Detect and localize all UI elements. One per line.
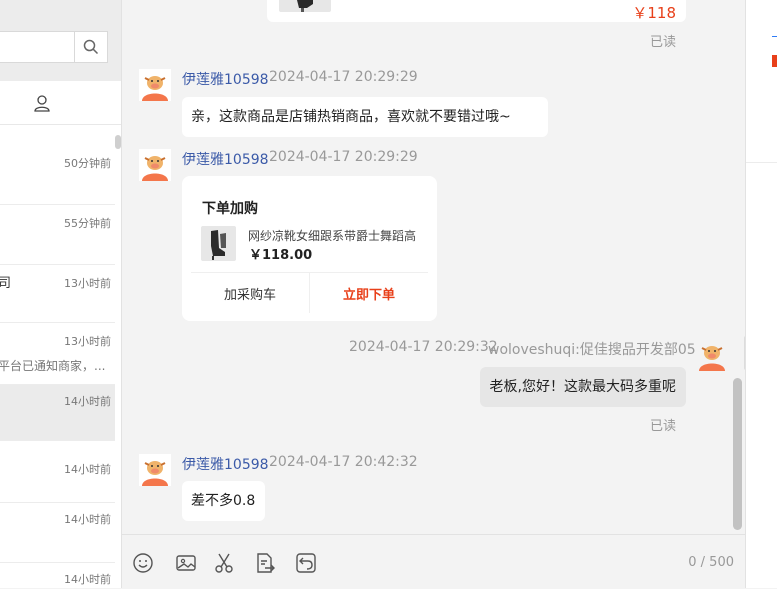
message-bubble-outgoing: 老板,您好！这款最大码多重呢 — [479, 367, 686, 407]
input-toolbar: 0 / 500 — [122, 534, 745, 589]
read-status: 已读 — [650, 419, 677, 434]
search-icon — [83, 39, 99, 55]
list-item-time: 13小时前 — [64, 335, 111, 348]
list-item[interactable]: 14小时前 — [0, 503, 115, 563]
cow-avatar-icon — [139, 69, 171, 101]
card-title: 下单加购 — [202, 201, 258, 217]
list-item-time: 50分钟前 — [64, 157, 111, 170]
avatar[interactable] — [139, 69, 171, 101]
search-input[interactable] — [0, 31, 74, 63]
emoji-icon — [133, 553, 153, 573]
read-status: 已读 — [650, 35, 677, 50]
scissors-icon — [215, 553, 233, 573]
list-tabs — [0, 81, 121, 125]
recall-icon — [296, 553, 316, 573]
message-time: 2024-04-17 20:29:32 — [349, 339, 498, 355]
list-item[interactable]: 14小时前 — [0, 441, 115, 503]
product-name[interactable]: 网纱凉靴女细跟系带爵士舞蹈高 — [248, 227, 416, 244]
image-button[interactable] — [175, 552, 197, 574]
cow-avatar-icon — [139, 149, 171, 181]
list-item-name: 司 — [0, 272, 11, 291]
list-item-time: 14小时前 — [64, 513, 111, 526]
search-bar — [0, 0, 121, 81]
product-message-bubble: ￥118 — [267, 0, 686, 22]
list-item[interactable]: 14小时前 — [0, 563, 115, 588]
conversation-panel: 50分钟前 55分钟前 司 13小时前 13小时前 平台已通知商家，... 14… — [0, 0, 122, 588]
panel-tab-indicator — [772, 36, 777, 37]
send-file-button[interactable] — [254, 552, 276, 574]
avatar[interactable] — [696, 339, 728, 371]
order-card: 下单加购 网纱凉靴女细跟系带爵士舞蹈高 ￥118.00 加采购车 立即下单 — [182, 176, 437, 321]
chat-area: ￥118 已读 伊莲雅10598 2024-04-17 20:29:29 亲，这… — [122, 0, 745, 534]
side-panel — [745, 0, 777, 588]
message-time: 2024-04-17 20:29:29 — [269, 69, 418, 85]
list-item[interactable]: 13小时前 平台已通知商家，... — [0, 323, 115, 385]
chat-scrollbar[interactable] — [733, 378, 742, 530]
list-item-time: 55分钟前 — [64, 217, 111, 230]
product-image — [279, 0, 331, 12]
emoji-button[interactable] — [132, 552, 154, 574]
sender-name[interactable]: 伊莲雅10598 — [182, 69, 269, 89]
list-scrollbar[interactable] — [115, 135, 121, 149]
list-item-time: 14小时前 — [64, 573, 111, 586]
boot-icon — [211, 230, 226, 260]
message-bubble: 差不多0.8 — [182, 481, 265, 521]
document-send-icon — [257, 553, 275, 573]
avatar[interactable] — [139, 454, 171, 486]
search-button[interactable] — [74, 31, 108, 63]
list-item-time: 13小时前 — [64, 277, 111, 290]
product-image[interactable] — [201, 226, 236, 261]
cow-avatar-icon — [139, 454, 171, 486]
avatar[interactable] — [139, 149, 171, 181]
sender-name[interactable]: 伊莲雅10598 — [182, 149, 269, 169]
cow-avatar-icon — [696, 339, 728, 371]
add-to-cart-button[interactable]: 加采购车 — [191, 273, 309, 313]
list-item[interactable]: 司 13小时前 — [0, 265, 115, 323]
sender-name: woloveshuqi:促佳搜品开发部057 — [488, 342, 705, 358]
divider — [746, 162, 777, 163]
sender-name[interactable]: 伊莲雅10598 — [182, 454, 269, 474]
boot-icon — [297, 0, 313, 12]
product-price: ￥118 — [632, 4, 676, 22]
list-item-time: 14小时前 — [64, 395, 111, 408]
list-item[interactable]: 50分钟前 — [0, 125, 115, 205]
list-item-time: 14小时前 — [64, 463, 111, 476]
list-item[interactable]: 55分钟前 — [0, 205, 115, 265]
buy-now-button[interactable]: 立即下单 — [310, 273, 428, 313]
char-counter: 0 / 500 — [688, 555, 734, 570]
message-bubble: 亲，这款商品是店铺热销商品，喜欢就不要错过哦~ — [182, 97, 548, 137]
list-item-selected[interactable]: 14小时前 — [0, 385, 115, 441]
image-icon — [176, 555, 196, 571]
list-item-preview: 平台已通知商家，... — [0, 359, 106, 373]
message-time: 2024-04-17 20:42:32 — [269, 454, 418, 470]
panel-icon[interactable] — [772, 55, 777, 67]
message-time: 2024-04-17 20:29:29 — [269, 149, 418, 165]
tab-contacts[interactable] — [33, 94, 53, 114]
user-icon — [34, 95, 50, 112]
product-price: ￥118.00 — [249, 248, 313, 263]
recall-button[interactable] — [295, 552, 317, 574]
screenshot-button[interactable] — [213, 552, 235, 574]
